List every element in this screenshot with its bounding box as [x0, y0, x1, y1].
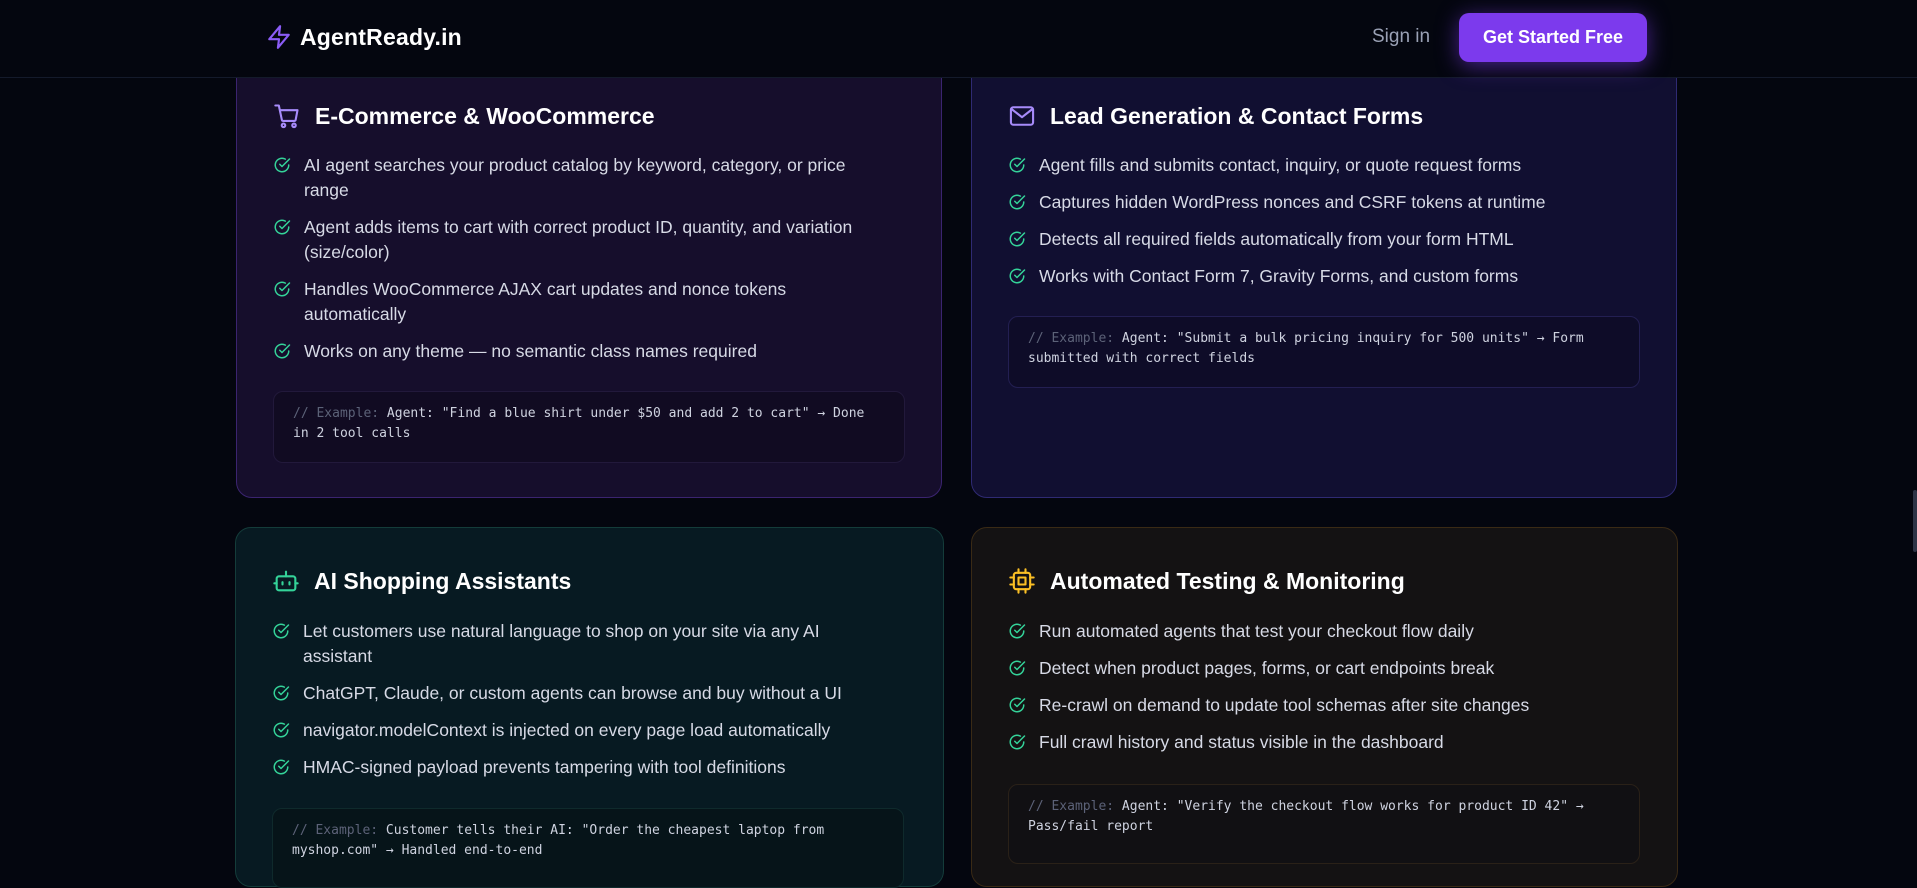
top-nav: AgentReady.in Sign in Get Started Free	[0, 0, 1917, 78]
feature-list: Agent fills and submits contact, inquiry…	[1008, 153, 1628, 301]
list-item-text: navigator.modelContext is injected on ev…	[303, 720, 831, 740]
list-item: Full crawl history and status visible in…	[1008, 730, 1628, 755]
list-item-text: Let customers use natural language to sh…	[303, 621, 820, 666]
mail-icon	[1008, 102, 1036, 130]
list-item-text: Agent adds items to cart with correct pr…	[304, 217, 853, 262]
card-automated-testing: Automated Testing & Monitoring Run autom…	[971, 527, 1678, 887]
card-lead-generation: Lead Generation & Contact Forms Agent fi…	[971, 40, 1677, 498]
check-circle-icon	[274, 219, 291, 235]
list-item-text: Detect when product pages, forms, or car…	[1039, 658, 1495, 678]
sign-in-link[interactable]: Sign in	[1372, 26, 1430, 48]
example-text: Agent: "Find a blue shirt under $50 and …	[293, 406, 865, 441]
check-circle-icon	[273, 685, 290, 701]
list-item-text: Agent fills and submits contact, inquiry…	[1039, 155, 1522, 175]
list-item-text: Works on any theme — no semantic class n…	[304, 341, 757, 361]
list-item: ChatGPT, Claude, or custom agents can br…	[272, 681, 892, 706]
check-circle-icon	[274, 281, 291, 297]
lightning-icon	[268, 25, 290, 49]
check-circle-icon	[274, 343, 291, 359]
example-block: // Example: Customer tells their AI: "Or…	[272, 808, 904, 888]
list-item-text: Full crawl history and status visible in…	[1039, 732, 1444, 752]
list-item: Run automated agents that test your chec…	[1008, 619, 1628, 644]
feature-list: Let customers use natural language to sh…	[272, 619, 892, 792]
page-scrollbar[interactable]	[1913, 490, 1917, 552]
check-circle-icon	[1009, 697, 1026, 713]
list-item-text: AI agent searches your product catalog b…	[304, 155, 846, 200]
check-circle-icon	[1009, 660, 1026, 676]
card-header: Automated Testing & Monitoring	[1008, 567, 1405, 595]
check-circle-icon	[1009, 623, 1026, 639]
brand-logo[interactable]: AgentReady.in	[266, 22, 462, 52]
card-header: Lead Generation & Contact Forms	[1008, 102, 1423, 130]
card-title: Lead Generation & Contact Forms	[1050, 102, 1424, 129]
card-header: E-Commerce & WooCommerce	[273, 102, 655, 130]
example-prefix: // Example:	[1028, 799, 1115, 814]
list-item-text: Run automated agents that test your chec…	[1039, 621, 1474, 641]
list-item-text: ChatGPT, Claude, or custom agents can br…	[303, 683, 842, 703]
check-circle-icon	[1009, 231, 1026, 247]
check-circle-icon	[1009, 157, 1026, 173]
list-item: Works on any theme — no semantic class n…	[273, 339, 893, 364]
example-block: // Example: Agent: "Submit a bulk pricin…	[1008, 316, 1640, 388]
list-item-text: HMAC-signed payload prevents tampering w…	[303, 757, 786, 777]
card-title: Automated Testing & Monitoring	[1050, 567, 1405, 594]
check-circle-icon	[273, 623, 290, 639]
list-item: AI agent searches your product catalog b…	[273, 153, 893, 203]
card-title: AI Shopping Assistants	[314, 567, 572, 594]
check-circle-icon	[273, 759, 290, 775]
bot-icon	[272, 567, 300, 595]
example-block: // Example: Agent: "Find a blue shirt un…	[273, 391, 905, 463]
chip-icon	[1008, 567, 1036, 595]
card-title: E-Commerce & WooCommerce	[315, 102, 655, 129]
card-ecommerce: E-Commerce & WooCommerce AI agent search…	[236, 40, 942, 498]
brand-name: AgentReady.in	[300, 23, 462, 50]
list-item: Detects all required fields automaticall…	[1008, 227, 1628, 252]
list-item-text: Detects all required fields automaticall…	[1039, 229, 1514, 249]
list-item: navigator.modelContext is injected on ev…	[272, 718, 892, 743]
shopping-cart-icon	[273, 102, 301, 130]
list-item: Let customers use natural language to sh…	[272, 619, 892, 669]
list-item-text: Handles WooCommerce AJAX cart updates an…	[304, 279, 787, 324]
check-circle-icon	[1009, 734, 1026, 750]
example-prefix: // Example:	[292, 823, 379, 838]
example-prefix: // Example:	[1028, 331, 1115, 346]
list-item: Works with Contact Form 7, Gravity Forms…	[1008, 264, 1628, 289]
list-item: Detect when product pages, forms, or car…	[1008, 656, 1628, 681]
list-item-text: Captures hidden WordPress nonces and CSR…	[1039, 192, 1546, 212]
feature-list: AI agent searches your product catalog b…	[273, 153, 893, 376]
get-started-button[interactable]: Get Started Free	[1459, 13, 1647, 62]
list-item: Re-crawl on demand to update tool schema…	[1008, 693, 1628, 718]
card-header: AI Shopping Assistants	[272, 567, 571, 595]
list-item: Captures hidden WordPress nonces and CSR…	[1008, 190, 1628, 215]
example-prefix: // Example:	[293, 406, 380, 421]
list-item: Handles WooCommerce AJAX cart updates an…	[273, 277, 893, 327]
list-item: HMAC-signed payload prevents tampering w…	[272, 755, 892, 780]
check-circle-icon	[1009, 268, 1026, 284]
list-item: Agent adds items to cart with correct pr…	[273, 215, 893, 265]
list-item-text: Works with Contact Form 7, Gravity Forms…	[1039, 266, 1519, 286]
check-circle-icon	[273, 722, 290, 738]
feature-list: Run automated agents that test your chec…	[1008, 619, 1628, 767]
check-circle-icon	[1009, 194, 1026, 210]
example-block: // Example: Agent: "Verify the checkout …	[1008, 784, 1640, 864]
check-circle-icon	[274, 157, 291, 173]
card-ai-shopping: AI Shopping Assistants Let customers use…	[235, 527, 944, 888]
list-item: Agent fills and submits contact, inquiry…	[1008, 153, 1628, 178]
list-item-text: Re-crawl on demand to update tool schema…	[1039, 695, 1530, 715]
